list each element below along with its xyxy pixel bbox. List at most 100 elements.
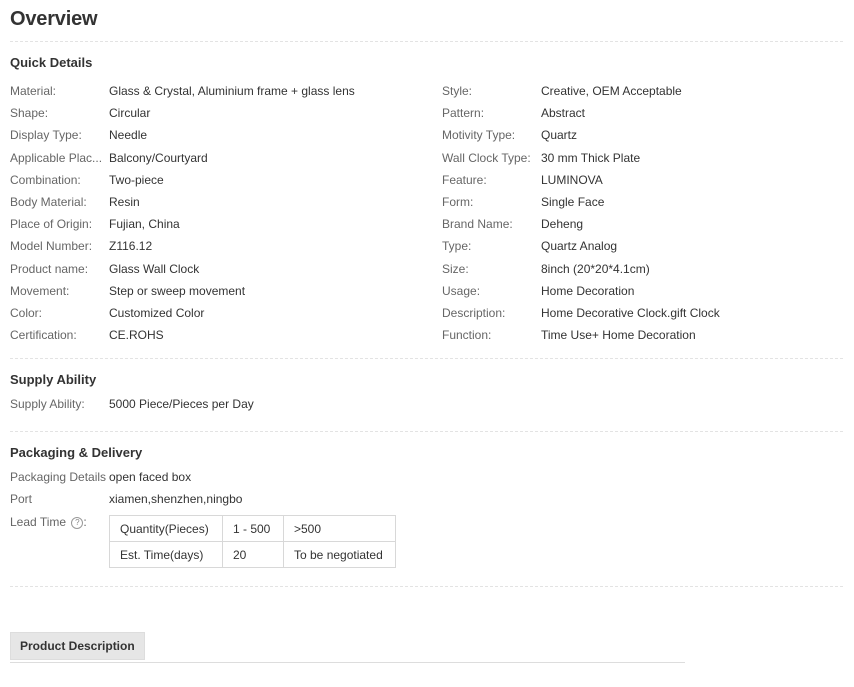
detail-value: Step or sweep movement bbox=[109, 283, 246, 298]
detail-label: Function: bbox=[442, 328, 492, 343]
detail-label: Combination: bbox=[10, 172, 81, 187]
lead-time-label-wrap: Lead Time ?: bbox=[10, 515, 109, 529]
detail-value: Creative, OEM Acceptable bbox=[541, 84, 682, 99]
supply-ability-title: Supply Ability bbox=[10, 372, 97, 387]
supply-ability-row: Supply Ability: 5000 Piece/Pieces per Da… bbox=[10, 397, 254, 411]
tab-product-description[interactable]: Product Description bbox=[10, 632, 145, 660]
detail-label: Feature: bbox=[442, 172, 487, 187]
detail-value: Home Decoration bbox=[541, 283, 635, 298]
detail-label: Body Material: bbox=[10, 195, 87, 210]
table-cell: 20 bbox=[222, 541, 284, 568]
quick-details-title: Quick Details bbox=[10, 55, 93, 70]
packaging-delivery-title: Packaging & Delivery bbox=[10, 445, 143, 460]
port-row: Port xiamen,shenzhen,ningbo bbox=[10, 492, 242, 506]
supply-ability-label: Supply Ability: bbox=[10, 397, 85, 411]
supply-ability-value: 5000 Piece/Pieces per Day bbox=[109, 397, 254, 411]
detail-row: Motivity Type: Quartz bbox=[442, 124, 842, 146]
detail-value: Glass Wall Clock bbox=[109, 261, 200, 276]
detail-row: Description: Home Decorative Clock.gift C… bbox=[442, 302, 842, 324]
detail-row: Feature: LUMINOVA bbox=[442, 169, 842, 191]
detail-value: Abstract bbox=[541, 106, 586, 121]
detail-row: Usage: Home Decoration bbox=[442, 280, 842, 302]
question-circle-icon[interactable]: ? bbox=[71, 517, 84, 529]
detail-row: Material: Glass & Crystal, Aluminium fram… bbox=[10, 80, 430, 102]
detail-value: CE.ROHS bbox=[109, 328, 164, 343]
detail-label: Material: bbox=[10, 84, 57, 99]
detail-value: Glass & Crystal, Aluminium frame + glass… bbox=[109, 84, 355, 99]
divider bbox=[10, 431, 843, 432]
quick-details-left-column: Material: Glass & Crystal, Aluminium fram… bbox=[10, 80, 430, 346]
packaging-details-value: open faced box bbox=[109, 470, 192, 484]
detail-row: Pattern: Abstract bbox=[442, 102, 842, 124]
lead-time-row: Lead Time ?: bbox=[10, 515, 109, 529]
detail-value: Quartz Analog bbox=[541, 239, 618, 254]
table-row: Est. Time(days) 20 To be negotiated bbox=[109, 541, 396, 568]
lead-time-colon: : bbox=[83, 515, 87, 529]
table-cell: >500 bbox=[283, 515, 396, 542]
detail-row: Color: Customized Color bbox=[10, 302, 430, 324]
detail-value: Circular bbox=[109, 106, 151, 121]
packaging-details-label: Packaging Details bbox=[10, 470, 107, 484]
page-title: Overview bbox=[10, 8, 98, 30]
detail-value: Fujian, China bbox=[109, 217, 180, 232]
table-cell: 1 - 500 bbox=[222, 515, 284, 542]
detail-value: Needle bbox=[109, 128, 148, 143]
detail-row: Place of Origin: Fujian, China bbox=[10, 213, 430, 235]
detail-label: Form: bbox=[442, 195, 474, 210]
detail-row: Style: Creative, OEM Acceptable bbox=[442, 80, 842, 102]
quick-details-right-column: Style: Creative, OEM Acceptable Pattern: Ab… bbox=[442, 80, 842, 346]
detail-row: Applicable Plac... Balcony/Courtyard bbox=[10, 147, 430, 169]
detail-row: Type: Quartz Analog bbox=[442, 235, 842, 257]
detail-value: Deheng bbox=[541, 217, 584, 232]
table-cell: Quantity(Pieces) bbox=[109, 515, 223, 542]
tab-bar bbox=[10, 662, 685, 663]
detail-label: Place of Origin: bbox=[10, 217, 93, 232]
detail-value: Home Decorative Clock.gift Clock bbox=[541, 305, 720, 320]
detail-value: Quartz bbox=[541, 128, 578, 143]
detail-row: Display Type: Needle bbox=[10, 124, 430, 146]
detail-row: Size: 8inch (20*20*4.1cm) bbox=[442, 258, 842, 280]
detail-label: Display Type: bbox=[10, 128, 82, 143]
table-row: Quantity(Pieces) 1 - 500 >500 bbox=[109, 515, 396, 542]
detail-label: Type: bbox=[442, 239, 472, 254]
detail-value: LUMINOVA bbox=[541, 172, 603, 187]
detail-label: Usage: bbox=[442, 283, 481, 298]
detail-label: Movement: bbox=[10, 283, 70, 298]
detail-row: Form: Single Face bbox=[442, 191, 842, 213]
detail-row: Wall Clock Type: 30 mm Thick Plate bbox=[442, 147, 842, 169]
detail-value: 30 mm Thick Plate bbox=[541, 150, 641, 165]
detail-label: Shape: bbox=[10, 106, 49, 121]
detail-value: 8inch (20*20*4.1cm) bbox=[541, 261, 650, 276]
detail-row: Movement: Step or sweep movement bbox=[10, 280, 430, 302]
detail-label: Model Number: bbox=[10, 239, 93, 254]
packaging-details-row: Packaging Details open faced box bbox=[10, 470, 191, 484]
detail-row: Certification: CE.ROHS bbox=[10, 324, 430, 346]
lead-time-table: Quantity(Pieces) 1 - 500 >500 Est. Time(… bbox=[109, 515, 396, 568]
detail-value: Customized Color bbox=[109, 305, 205, 320]
detail-label: Wall Clock Type: bbox=[442, 150, 531, 165]
detail-value: Time Use+ Home Decoration bbox=[541, 328, 696, 343]
divider bbox=[10, 41, 843, 42]
detail-row: Brand Name: Deheng bbox=[442, 213, 842, 235]
port-label: Port bbox=[10, 492, 33, 506]
table-cell: To be negotiated bbox=[283, 541, 396, 568]
detail-value: Two-piece bbox=[109, 172, 164, 187]
detail-row: Combination: Two-piece bbox=[10, 169, 430, 191]
detail-row: Product name: Glass Wall Clock bbox=[10, 258, 430, 280]
divider bbox=[10, 358, 843, 359]
detail-label: Certification: bbox=[10, 328, 77, 343]
detail-value: Balcony/Courtyard bbox=[109, 150, 208, 165]
detail-label: Color: bbox=[10, 305, 43, 320]
port-value: xiamen,shenzhen,ningbo bbox=[109, 492, 243, 506]
table-cell: Est. Time(days) bbox=[109, 541, 223, 568]
detail-value: Resin bbox=[109, 195, 140, 210]
detail-label: Description: bbox=[442, 305, 506, 320]
detail-label: Pattern: bbox=[442, 106, 485, 121]
detail-row: Function: Time Use+ Home Decoration bbox=[442, 324, 842, 346]
detail-label: Size: bbox=[442, 261, 469, 276]
detail-value: Z116.12 bbox=[109, 239, 153, 254]
divider bbox=[10, 586, 843, 587]
lead-time-label: Lead Time bbox=[10, 515, 67, 529]
detail-row: Model Number: Z116.12 bbox=[10, 235, 430, 257]
detail-row: Shape: Circular bbox=[10, 102, 430, 124]
